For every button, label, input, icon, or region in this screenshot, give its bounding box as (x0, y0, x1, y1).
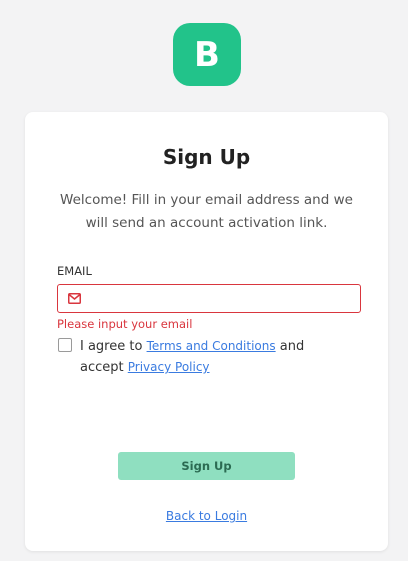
signup-card: Sign Up Welcome! Fill in your email addr… (25, 112, 388, 551)
back-to-login: Back to Login (25, 509, 388, 523)
sign-up-button[interactable]: Sign Up (118, 452, 295, 480)
privacy-policy-link[interactable]: Privacy Policy (128, 360, 210, 374)
email-label: EMAIL (57, 264, 92, 278)
agree-prefix: I agree to (80, 339, 147, 354)
mail-icon (68, 293, 81, 304)
email-input[interactable] (90, 288, 350, 308)
agree-checkbox[interactable] (58, 338, 72, 352)
welcome-text: Welcome! Fill in your email address and … (60, 192, 353, 231)
back-to-login-link[interactable]: Back to Login (166, 509, 247, 523)
email-field[interactable] (57, 284, 361, 313)
agree-text: I agree to Terms and Conditions and acce… (80, 336, 340, 378)
app-logo: B (173, 23, 241, 86)
page-title: Sign Up (162, 145, 251, 169)
logo-letter: B (194, 34, 220, 75)
terms-link[interactable]: Terms and Conditions (147, 339, 276, 353)
email-error-message: Please input your email (57, 317, 193, 331)
